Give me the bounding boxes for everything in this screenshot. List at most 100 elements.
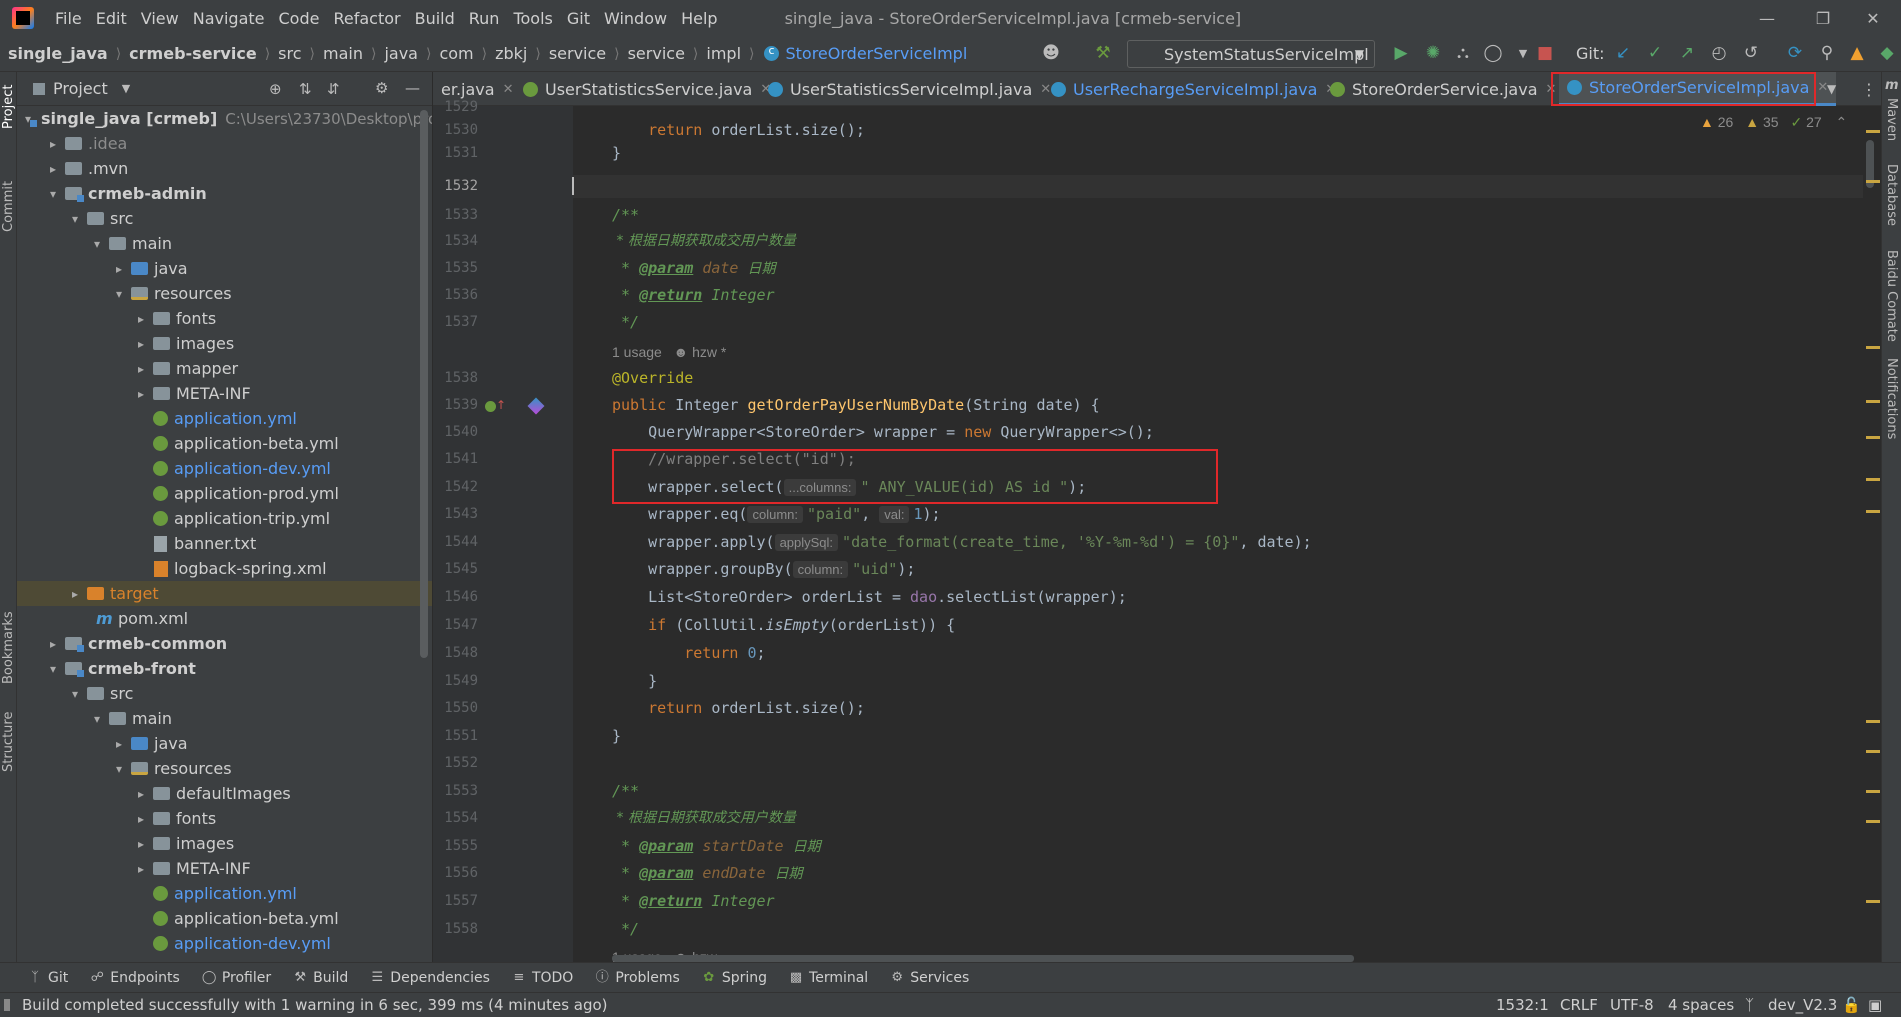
line-number[interactable]: 1534 xyxy=(433,230,478,253)
crumb-service-2[interactable]: service xyxy=(626,44,687,63)
inspection-widget[interactable]: ▲ 26 ▲ 35 ✓ 27 ⌃ xyxy=(1700,114,1847,131)
crumb-main[interactable]: main xyxy=(321,44,365,63)
structure-tool-tab[interactable]: Structure xyxy=(1,712,16,772)
line-number[interactable]: 1547 xyxy=(433,614,478,637)
crumb-java[interactable]: java xyxy=(382,44,420,63)
minimize-button[interactable]: — xyxy=(1739,0,1795,36)
tree-item-images[interactable]: ▸ images xyxy=(17,331,432,356)
comate-tool-tab[interactable]: Baidu Comate xyxy=(1884,250,1899,342)
tree-item-java[interactable]: ▸ java xyxy=(17,256,432,281)
close-window-button[interactable]: ✕ xyxy=(1845,0,1901,36)
menu-view[interactable]: View xyxy=(134,9,186,28)
indent-setting[interactable]: 4 spaces xyxy=(1668,996,1734,1014)
file-encoding[interactable]: UTF-8 xyxy=(1610,996,1654,1014)
tab-user-statistics-service[interactable]: UserStatisticsService.java ✕ xyxy=(523,72,771,106)
tree-item-src[interactable]: ▾ src xyxy=(17,206,432,231)
build-tool-button[interactable]: ⚒ Build xyxy=(293,970,348,986)
line-number[interactable]: 1558 xyxy=(433,918,478,941)
tree-item-meta-inf[interactable]: ▸ META-INF xyxy=(17,856,432,881)
tree-item-logback-xml[interactable]: logback-spring.xml xyxy=(17,556,432,581)
tab-user-recharge-service-impl[interactable]: UserRechargeServiceImpl.java✕ xyxy=(1051,72,1336,106)
status-message[interactable]: Build completed successfully with 1 warn… xyxy=(22,996,608,1014)
todo-tool-button[interactable]: ≡ TODO xyxy=(512,970,573,986)
tree-item-src[interactable]: ▾ src xyxy=(17,681,432,706)
crumb-project[interactable]: single_java xyxy=(6,44,110,63)
line-number[interactable]: 1536 xyxy=(433,284,478,307)
line-number[interactable]: 1532 xyxy=(433,175,478,198)
gear-icon[interactable]: ⚙ xyxy=(375,79,388,97)
line-number[interactable]: 1549 xyxy=(433,670,478,693)
profiler-icon[interactable]: ◯ xyxy=(1482,42,1504,64)
line-number[interactable]: 1550 xyxy=(433,697,478,720)
plugin-icon[interactable]: ◆ xyxy=(1876,42,1898,64)
line-number[interactable]: 1531 xyxy=(433,142,478,165)
chevron-up-icon[interactable]: ⌃ xyxy=(1836,114,1848,130)
profiler-tool-button[interactable]: ◯ Profiler xyxy=(202,970,271,986)
crumb-zbkj[interactable]: zbkj xyxy=(493,44,529,63)
error-stripe-mark[interactable] xyxy=(1866,790,1880,793)
tab-list-chevron-icon[interactable]: ▼ xyxy=(1827,72,1836,106)
tree-item-application-trip-yml[interactable]: application-trip.yml xyxy=(17,506,432,531)
tree-item-idea[interactable]: ▸ .idea xyxy=(17,131,432,156)
error-stripe-mark[interactable] xyxy=(1866,400,1880,403)
crumb-impl[interactable]: impl xyxy=(704,44,743,63)
tree-item-default-images[interactable]: ▸ defaultImages xyxy=(17,781,432,806)
maven-tool-tab[interactable]: Maven xyxy=(1884,98,1899,141)
line-number[interactable]: 1546 xyxy=(433,586,478,609)
tree-item-crmeb-admin[interactable]: ▾ crmeb-admin xyxy=(17,181,432,206)
tree-item-application-dev-yml[interactable]: application-dev.yml xyxy=(17,931,432,956)
caret-position[interactable]: 1532:1 xyxy=(1496,996,1549,1014)
database-tool-tab[interactable]: Database xyxy=(1884,164,1899,226)
line-number[interactable]: 1529 xyxy=(433,96,478,119)
menu-help[interactable]: Help xyxy=(674,9,724,28)
expand-all-icon[interactable]: ⇅ xyxy=(299,80,312,98)
git-branch[interactable]: dev_V2.3 xyxy=(1768,996,1837,1014)
crumb-class[interactable]: StoreOrderServiceImpl xyxy=(783,44,969,63)
hide-panel-icon[interactable]: — xyxy=(405,79,420,97)
build-hammer-icon[interactable]: ⚒ xyxy=(1092,42,1114,64)
tab-store-order-service[interactable]: StoreOrderService.java ✕ xyxy=(1330,72,1556,106)
tree-item-main[interactable]: ▾ main xyxy=(17,231,432,256)
line-number[interactable]: 1540 xyxy=(433,421,478,444)
menu-code[interactable]: Code xyxy=(272,9,327,28)
line-number[interactable]: 1542 xyxy=(433,476,478,499)
problems-tool-button[interactable]: ⓘ Problems xyxy=(595,970,680,986)
implements-icon[interactable] xyxy=(485,401,496,412)
git-commit-icon[interactable]: ✓ xyxy=(1644,42,1666,64)
error-stripe-mark[interactable] xyxy=(1866,750,1880,753)
tree-item-fonts[interactable]: ▸ fonts xyxy=(17,306,432,331)
tree-item-mvn[interactable]: ▸ .mvn xyxy=(17,156,432,181)
locate-icon[interactable]: ⊕ xyxy=(269,80,282,98)
usage-hint[interactable]: 1 usage ☻ hzw * xyxy=(612,341,726,364)
tree-item-crmeb-front[interactable]: ▾ crmeb-front xyxy=(17,656,432,681)
error-stripe-mark[interactable] xyxy=(1866,478,1880,481)
menu-build[interactable]: Build xyxy=(408,9,462,28)
run-config-selector[interactable]: SystemStatusServiceImpl ▼ xyxy=(1127,40,1375,68)
collapse-all-icon[interactable]: ⇵ xyxy=(327,80,340,98)
git-tool-button[interactable]: ᛉ Git xyxy=(28,970,68,986)
tree-item-java[interactable]: ▸ java xyxy=(17,731,432,756)
tree-item-images[interactable]: ▸ images xyxy=(17,831,432,856)
notifications-tool-tab[interactable]: Notifications xyxy=(1884,358,1899,439)
coverage-icon[interactable]: ⛬ xyxy=(1452,42,1474,64)
error-stripe-mark[interactable] xyxy=(1866,436,1880,439)
crumb-module[interactable]: crmeb-service xyxy=(127,44,259,63)
line-number[interactable]: 1552 xyxy=(433,752,478,775)
git-push-icon[interactable]: ↗ xyxy=(1676,42,1698,64)
line-number[interactable]: 1530 xyxy=(433,119,478,142)
line-number[interactable]: 1548 xyxy=(433,642,478,665)
tree-item-pom-xml[interactable]: m pom.xml xyxy=(17,606,432,631)
project-panel-title[interactable]: Project xyxy=(53,79,108,98)
line-number[interactable]: 1553 xyxy=(433,780,478,803)
menu-edit[interactable]: Edit xyxy=(89,9,134,28)
line-number[interactable]: 1535 xyxy=(433,257,478,280)
more-tabs-icon[interactable]: ⋮ xyxy=(1861,72,1877,106)
bookmarks-tool-tab[interactable]: Bookmarks xyxy=(1,611,16,684)
menu-git[interactable]: Git xyxy=(560,9,597,28)
lock-icon[interactable]: 🔓 xyxy=(1842,996,1861,1014)
tree-item-application-yml[interactable]: application.yml xyxy=(17,406,432,431)
stop-icon[interactable]: ■ xyxy=(1534,42,1556,64)
terminal-tool-button[interactable]: ▩ Terminal xyxy=(789,970,868,986)
error-stripe-mark[interactable] xyxy=(1866,346,1880,349)
error-stripe-mark[interactable] xyxy=(1866,180,1880,183)
